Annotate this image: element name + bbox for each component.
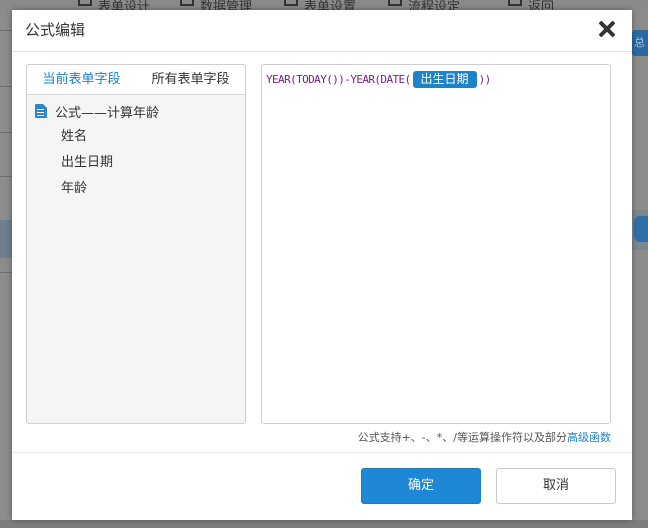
field-tree: 公式——计算年龄 姓名 出生日期 年龄	[27, 95, 245, 202]
background-left-panel	[0, 10, 12, 520]
background-right-panel: 总	[632, 10, 648, 520]
footer-divider	[12, 452, 632, 453]
tree-root-label: 公式——计算年龄	[55, 105, 160, 121]
formula-hint: 公式支持+、-、*、/等运算操作符以及部分高级函数	[358, 429, 611, 445]
tab-current-form-fields[interactable]: 当前表单字段	[27, 65, 136, 94]
formula-prefix: YEAR(TODAY())-YEAR(DATE(	[266, 73, 411, 86]
field-tabs: 当前表单字段 所有表单字段	[27, 65, 245, 95]
dialog-title: 公式编辑	[25, 21, 86, 39]
workflow-icon	[388, 0, 402, 6]
close-icon[interactable]	[598, 20, 616, 38]
gear-icon	[284, 0, 298, 6]
field-item-age[interactable]: 年龄	[27, 176, 245, 202]
bg-right-chip-icon	[634, 216, 648, 242]
hint-text: 公式支持+、-、*、/等运算操作符以及部分	[357, 431, 567, 444]
document-icon	[35, 104, 47, 118]
back-icon	[508, 0, 522, 6]
confirm-button[interactable]: 确定	[361, 468, 481, 504]
fields-panel: 当前表单字段 所有表单字段 公式——计算年龄 姓名 出生日期 年龄	[26, 64, 246, 424]
formula-editor[interactable]: YEAR(TODAY())-YEAR(DATE( 出生日期 ))	[261, 64, 611, 424]
cancel-button[interactable]: 取消	[496, 468, 616, 504]
tab-all-form-fields[interactable]: 所有表单字段	[136, 65, 245, 94]
formula-field-token[interactable]: 出生日期	[412, 71, 477, 88]
formula-expression: YEAR(TODAY())-YEAR(DATE( 出生日期 ))	[266, 71, 491, 88]
data-icon	[180, 0, 194, 6]
bg-right-button: 总	[632, 30, 648, 56]
formula-dialog: 公式编辑 当前表单字段 所有表单字段 公式——计算年龄 姓名 出生日期 年龄 Y…	[12, 10, 632, 520]
form-icon	[78, 0, 92, 6]
advanced-functions-link[interactable]: 高级函数	[567, 431, 611, 444]
formula-suffix: ))	[478, 73, 492, 86]
field-item-name[interactable]: 姓名	[27, 124, 245, 150]
field-item-birth-date[interactable]: 出生日期	[27, 150, 245, 176]
dialog-header: 公式编辑	[12, 10, 632, 52]
tree-root[interactable]: 公式——计算年龄	[27, 98, 245, 124]
background-toolbar: 表单设计 数据管理 表单设置 流程设定 返回	[0, 0, 648, 15]
